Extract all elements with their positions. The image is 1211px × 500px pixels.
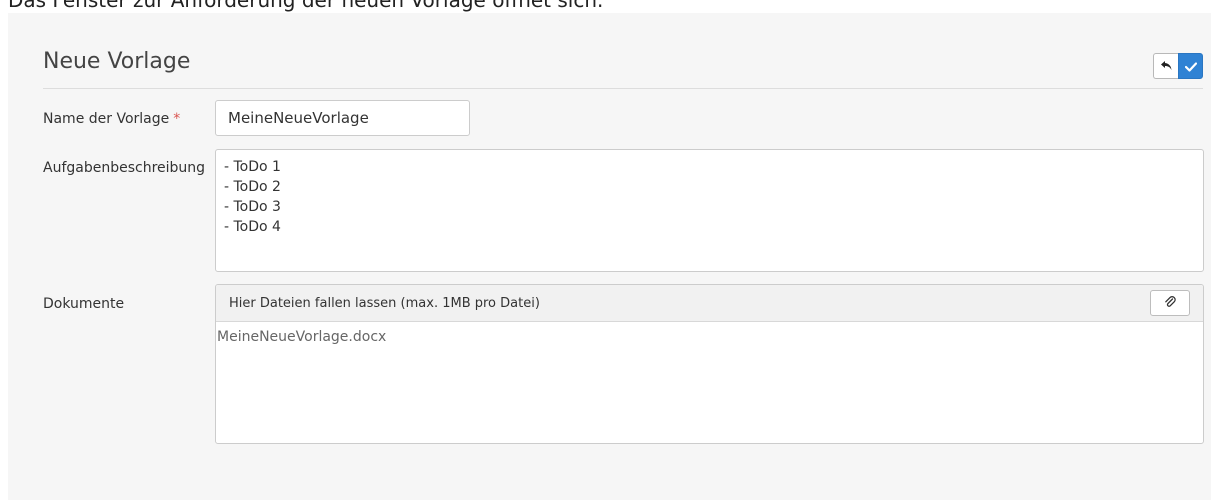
description-line: - ToDo 3	[224, 199, 281, 215]
check-icon	[1184, 57, 1197, 76]
uploaded-file-name[interactable]: MeineNeueVorlage.docx	[217, 329, 386, 345]
description-line: - ToDo 1	[224, 159, 281, 175]
description-line: - ToDo 2	[224, 179, 281, 195]
dialog-title: Neue Vorlage	[43, 49, 191, 74]
template-name-label: Name der Vorlage *	[43, 111, 180, 127]
confirm-button[interactable]	[1178, 53, 1203, 79]
task-description-label: Aufgabenbeschreibung	[43, 160, 206, 176]
template-name-input[interactable]	[215, 100, 470, 136]
required-marker: *	[173, 111, 181, 127]
screenshot-caption: Das Fenster zur Anforderung der neuen Vo…	[8, 0, 604, 12]
documents-dropzone[interactable]: Hier Dateien fallen lassen (max. 1MB pro…	[215, 284, 1204, 444]
attach-file-button[interactable]	[1150, 290, 1190, 316]
task-description-textarea[interactable]: - ToDo 1 - ToDo 2 - ToDo 3 - ToDo 4	[215, 149, 1204, 272]
paperclip-icon	[1164, 294, 1176, 313]
dropzone-hint: Hier Dateien fallen lassen (max. 1MB pro…	[229, 296, 540, 311]
dialog-header: Neue Vorlage	[43, 13, 1203, 89]
template-name-label-text: Name der Vorlage	[43, 111, 170, 127]
undo-arrow-icon	[1160, 57, 1173, 76]
description-line: - ToDo 4	[224, 219, 281, 235]
documents-label: Dokumente	[43, 296, 125, 312]
back-button[interactable]	[1153, 53, 1178, 79]
new-template-dialog: Neue Vorlage Name der Vorlage * MeineNeu…	[8, 13, 1211, 500]
dropzone-header: Hier Dateien fallen lassen (max. 1MB pro…	[216, 285, 1203, 322]
header-actions	[1153, 53, 1203, 79]
